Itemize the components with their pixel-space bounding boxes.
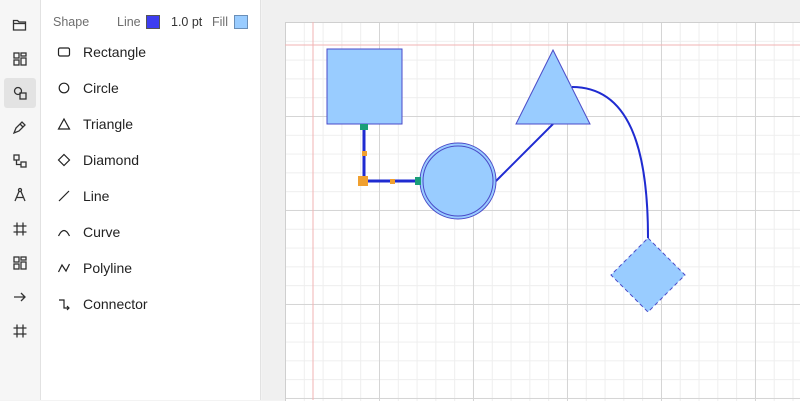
layout-grid-icon[interactable] [4,44,36,74]
circle-shape[interactable] [419,142,497,220]
tool-label: Diamond [83,152,140,168]
circle-icon [57,81,71,95]
open-folder-icon[interactable] [4,10,36,40]
triangle-icon [57,117,71,131]
pen-icon[interactable] [4,112,36,142]
rectangle-shape[interactable] [326,48,403,125]
diamond-icon [57,153,71,167]
tool-rail [0,0,41,400]
line-label: Line [117,15,141,29]
fill-label: Fill [212,15,228,29]
polyline-icon [57,261,71,275]
tool-label: Connector [83,296,148,312]
tool-connector[interactable]: Connector [53,290,253,318]
grid-hash-icon[interactable] [4,316,36,346]
connector-anchor-end[interactable] [415,177,421,185]
line-color-swatch[interactable] [146,15,160,29]
arrow-right-icon[interactable] [4,282,36,312]
tool-label: Triangle [83,116,134,132]
tool-label: Circle [83,80,119,96]
shape-panel: Shape Line 1.0 pt Fill Rectangle Circle … [41,0,261,400]
tool-label: Line [83,188,110,204]
connector-midpoint-handle[interactable] [362,151,367,156]
line-icon [57,189,71,203]
connector-anchor-start[interactable] [360,124,368,130]
connector-corner-handle[interactable] [358,176,368,186]
compass-icon[interactable] [4,180,36,210]
tool-line[interactable]: Line [53,182,253,210]
tool-polyline[interactable]: Polyline [53,254,253,282]
tool-triangle[interactable]: Triangle [53,110,253,138]
connector-midpoint-handle[interactable] [390,179,395,184]
shapes-icon[interactable] [4,78,36,108]
line-width-value[interactable]: 1.0 pt [171,15,202,29]
section-label: Shape [53,15,90,29]
flowchart-icon[interactable] [4,146,36,176]
tool-label: Rectangle [83,44,147,60]
tool-label: Polyline [83,260,133,276]
curve-icon [57,225,71,239]
tool-curve[interactable]: Curve [53,218,253,246]
connector-icon [57,297,71,311]
fill-color-swatch[interactable] [234,15,248,29]
rectangle-icon [57,45,71,59]
grid-hash-icon[interactable] [4,214,36,244]
tool-rectangle[interactable]: Rectangle [53,38,253,66]
components-icon[interactable] [4,248,36,278]
tool-diamond[interactable]: Diamond [53,146,253,174]
tool-label: Curve [83,224,121,240]
tool-circle[interactable]: Circle [53,74,253,102]
